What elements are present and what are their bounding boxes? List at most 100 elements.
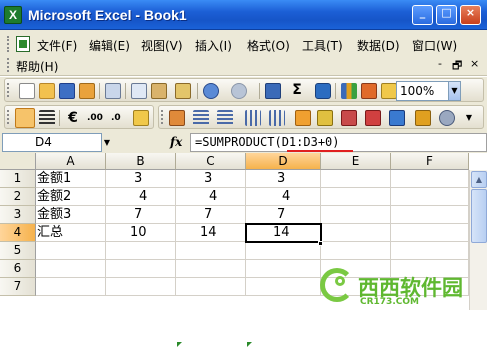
- zoom-input[interactable]: 100%: [396, 81, 454, 101]
- cell-a1[interactable]: 金额1: [36, 170, 106, 188]
- doc-close-button[interactable]: ×: [470, 57, 479, 70]
- menu-file[interactable]: 文件(F): [37, 37, 77, 54]
- cell-style-icon[interactable]: [169, 110, 185, 126]
- highlight-icon[interactable]: [415, 110, 431, 126]
- row-header-6[interactable]: 6: [0, 260, 36, 278]
- scroll-up-icon[interactable]: ▲: [471, 171, 487, 188]
- zoom-dropdown-arrow[interactable]: ▼: [448, 81, 461, 101]
- cell-f2[interactable]: [391, 188, 469, 206]
- vertical-scrollbar[interactable]: ▲: [469, 170, 487, 310]
- cell-e4[interactable]: [321, 224, 391, 242]
- cell-d1[interactable]: 3: [246, 170, 321, 188]
- menu-grip[interactable]: [7, 36, 10, 52]
- cell-d4[interactable]: 14: [245, 223, 322, 243]
- autosum-icon[interactable]: Σ: [289, 83, 305, 99]
- cell-d5[interactable]: [246, 242, 321, 260]
- cell-f5[interactable]: [391, 242, 469, 260]
- cell-e5[interactable]: [321, 242, 391, 260]
- cell-a4[interactable]: 汇总: [36, 224, 106, 242]
- cell-a6[interactable]: [36, 260, 106, 278]
- menu-help[interactable]: 帮助(H): [16, 58, 58, 75]
- cell-a5[interactable]: [36, 242, 106, 260]
- increase-decimal-icon[interactable]: .00: [87, 110, 103, 126]
- chart-icon[interactable]: [341, 83, 357, 99]
- row-header-3[interactable]: 3: [0, 206, 36, 224]
- cell-b7[interactable]: [106, 278, 176, 296]
- row-header-4[interactable]: 4: [0, 224, 36, 242]
- fill-color-icon[interactable]: [317, 110, 333, 126]
- cell-d2[interactable]: 4: [246, 188, 321, 206]
- cell-d6[interactable]: [246, 260, 321, 278]
- cell-d7[interactable]: [246, 278, 321, 296]
- cell-c5[interactable]: [176, 242, 246, 260]
- merge-icon[interactable]: [269, 110, 285, 126]
- menu-insert[interactable]: 插入(I): [195, 37, 232, 54]
- borders-icon[interactable]: [365, 110, 381, 126]
- indent-right-icon[interactable]: [245, 110, 261, 126]
- row-header-7[interactable]: 7: [0, 278, 36, 296]
- menu-data[interactable]: 数据(D): [357, 37, 400, 54]
- decrease-decimal-icon[interactable]: .0: [111, 110, 127, 126]
- print-preview-icon[interactable]: [105, 83, 121, 99]
- error-indicator-icon[interactable]: [247, 342, 252, 347]
- open-icon[interactable]: [39, 83, 55, 99]
- row-header-1[interactable]: 1: [0, 170, 36, 188]
- menu-grip-2[interactable]: [7, 58, 10, 72]
- close-button[interactable]: ×: [460, 5, 481, 25]
- currency-icon[interactable]: €: [65, 110, 81, 126]
- column-header-a[interactable]: A: [36, 153, 106, 170]
- cell-b4[interactable]: 10: [106, 224, 176, 242]
- cell-c7[interactable]: [176, 278, 246, 296]
- search-icon[interactable]: [439, 110, 455, 126]
- column-header-c[interactable]: C: [176, 153, 246, 170]
- cell-e2[interactable]: [321, 188, 391, 206]
- column-header-f[interactable]: F: [391, 153, 469, 170]
- undo-icon[interactable]: [203, 83, 219, 99]
- cell-c4[interactable]: 14: [176, 224, 246, 242]
- save-icon[interactable]: [59, 83, 75, 99]
- row-header-5[interactable]: 5: [0, 242, 36, 260]
- drawing-icon[interactable]: [361, 83, 377, 99]
- conditional-format-icon[interactable]: [295, 110, 311, 126]
- menu-format[interactable]: 格式(O): [247, 37, 290, 54]
- error-indicator-icon[interactable]: [177, 342, 182, 347]
- format-painter-icon[interactable]: [175, 83, 191, 99]
- paste-icon[interactable]: [151, 83, 167, 99]
- research-icon[interactable]: [381, 83, 397, 99]
- comma-style-icon[interactable]: [133, 110, 149, 126]
- cell-b5[interactable]: [106, 242, 176, 260]
- redo-icon[interactable]: [231, 83, 247, 99]
- select-all-button[interactable]: [0, 153, 36, 170]
- cell-b3[interactable]: 7: [106, 206, 176, 224]
- menu-edit[interactable]: 编辑(E): [89, 37, 130, 54]
- toolbar-grip[interactable]: [161, 110, 164, 124]
- minimize-button[interactable]: _: [412, 5, 433, 25]
- column-header-d[interactable]: D: [246, 153, 321, 170]
- toolbar-grip[interactable]: [7, 110, 10, 124]
- cell-c6[interactable]: [176, 260, 246, 278]
- cell-e3[interactable]: [321, 206, 391, 224]
- insert-function-button[interactable]: fx: [170, 135, 182, 149]
- column-header-b[interactable]: B: [106, 153, 176, 170]
- cell-b2[interactable]: 4: [106, 188, 176, 206]
- cell-f4[interactable]: [391, 224, 469, 242]
- cell-d3[interactable]: 7: [246, 206, 321, 224]
- outdent-icon[interactable]: [217, 110, 233, 126]
- cell-b6[interactable]: [106, 260, 176, 278]
- cell-f1[interactable]: [391, 170, 469, 188]
- permission-icon[interactable]: [79, 83, 95, 99]
- menu-view[interactable]: 视图(V): [141, 37, 183, 54]
- cell-a3[interactable]: 金额3: [36, 206, 106, 224]
- doc-minimize-button[interactable]: -: [438, 57, 442, 70]
- row-header-2[interactable]: 2: [0, 188, 36, 206]
- column-header-e[interactable]: E: [321, 153, 391, 170]
- copy-icon[interactable]: [131, 83, 147, 99]
- menu-tools[interactable]: 工具(T): [302, 37, 343, 54]
- align-left-icon[interactable]: [15, 108, 35, 128]
- fill-handle[interactable]: [318, 241, 323, 246]
- maximize-button[interactable]: □: [436, 5, 457, 25]
- toolbar-grip[interactable]: [7, 83, 10, 97]
- cell-c1[interactable]: 3: [176, 170, 246, 188]
- doc-restore-button[interactable]: 🗗: [452, 57, 462, 76]
- cell-c3[interactable]: 7: [176, 206, 246, 224]
